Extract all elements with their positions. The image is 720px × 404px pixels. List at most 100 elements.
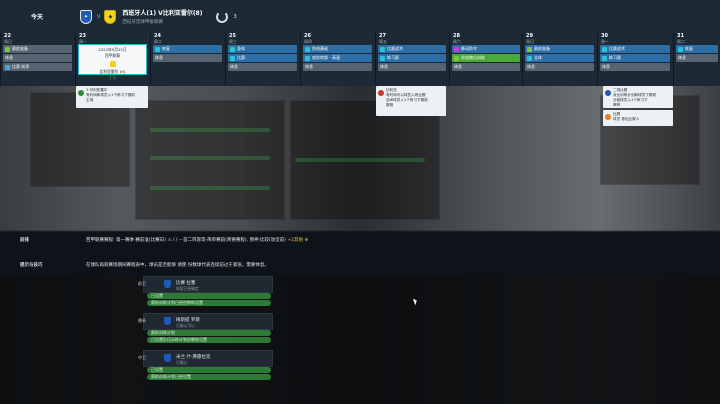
training-session[interactable]: 移动防守 — [452, 45, 520, 53]
training-session[interactable]: 休息 — [228, 63, 297, 71]
session-type-icon — [305, 55, 310, 61]
club-crest-icon — [164, 280, 171, 288]
training-session[interactable]: 比赛战术 — [600, 45, 670, 53]
fixtures-text-main: 西甲联赛赛程: 第一赛季·赛前准(比赛日) ⚠ / / ⋯首二阵容等·简单赛前(… — [86, 238, 286, 243]
days-count: 3 — [233, 13, 237, 20]
bg-ghost-bar — [295, 158, 425, 162]
calendar-day[interactable]: 28 周六 移动防守 进攻跑位训练 休息 — [449, 33, 522, 86]
day-weekday: 周二 — [154, 39, 162, 44]
calendar-day[interactable]: 31 周二恢复休息 — [673, 33, 720, 86]
session-type-icon — [380, 46, 385, 52]
session-type-icon — [454, 55, 459, 61]
calendar-day[interactable]: 29 周日 赛前准备全体休息 — [522, 33, 596, 86]
training-session[interactable]: 比赛 — [228, 54, 297, 62]
session-label: 休息 — [230, 64, 238, 69]
training-session[interactable]: 休息 — [600, 63, 670, 71]
today-label[interactable]: 今天 — [0, 12, 74, 21]
match-day-tile[interactable]: 2022年9月12日 西甲联赛 比利亚雷尔 (H) 主场 — [78, 44, 147, 80]
session-label: 休息 — [5, 55, 13, 60]
session-type-icon — [380, 55, 385, 61]
training-session[interactable]: 比赛 前季 — [3, 63, 72, 71]
day-weekday: 周四 — [304, 39, 312, 44]
schedule-note[interactable]: 二场比赛 对比训练计划和球员下赛前 分组球员入1个练习下 赛程 — [603, 86, 673, 108]
note-club-icon — [78, 90, 84, 96]
training-session[interactable]: 进攻跑位训练 — [452, 54, 520, 62]
training-session[interactable]: 练习赛 — [600, 54, 670, 62]
squad-list-item[interactable]: 替补 梅斯提 罗斯 已确认可以 — [138, 313, 273, 330]
note-text: 比利亚 有时间可以球员入练比赛 战术球员入1个练习下赛前 赛程 — [386, 88, 428, 107]
squad-list-item[interactable]: 前卫 比赛 拉塞 阵容已经确定 — [138, 276, 273, 293]
details-panel: 前排 西甲联赛赛程: 第一赛季·赛前准(比赛日) ⚠ / / ⋯首二阵容等·简单… — [0, 232, 720, 276]
training-session[interactable]: 全体 — [525, 54, 594, 62]
squad-item-sub: 阵容已经确定 — [176, 286, 199, 291]
calendar-day[interactable]: 26 周四 防线基础 攻防转换 - 高速 休息 — [300, 33, 374, 86]
training-session[interactable]: 休息 — [303, 63, 372, 71]
note-text: 二场比赛 对比训练计划和球员下赛前 分组球员入1个练习下 赛程 — [613, 88, 657, 106]
match-info[interactable]: 西班牙人(1) V比利亚雷尔(8) 西班牙足球甲级联赛 — [122, 8, 202, 25]
tips-label: 提示与技巧 — [20, 263, 43, 268]
calendar-day-header: 31 周二 — [674, 33, 720, 44]
session-type-icon — [230, 46, 235, 52]
schedule-note[interactable]: 比赛 球员 参加比赛人 — [603, 110, 673, 126]
training-session[interactable]: 练习赛 — [378, 54, 446, 62]
session-label: 休息 — [380, 64, 388, 69]
note-text: 1 可利亚雷尔 有时间和球员入1个练习下赛前 主场 — [86, 88, 136, 102]
session-type-icon — [602, 55, 607, 61]
day-weekday: 周日 — [4, 39, 12, 44]
status-bar: 已设置 — [147, 293, 271, 299]
schedule-note[interactable]: 1 可利亚雷尔 有时间和球员入1个练习下赛前 主场 — [76, 86, 148, 108]
training-session[interactable]: 休息 — [153, 54, 222, 62]
day-weekday: 周二 — [677, 39, 685, 44]
squad-list-item[interactable]: 中卫 米兰 什·弗雷拉克 已确认 — [138, 350, 273, 367]
session-label: 全体 — [534, 55, 542, 60]
session-label: 恢复 — [685, 46, 693, 51]
calendar-day[interactable]: 22 周日赛前准备休息比赛 前季 — [0, 33, 74, 86]
training-session[interactable]: 休息 — [378, 63, 446, 71]
day-weekday: 周六 — [453, 39, 461, 44]
status-bar: 赛前训练计划已经设置 — [147, 374, 271, 380]
fixtures-more-link[interactable]: +2其他 ⊕ — [287, 238, 308, 243]
session-type-icon — [678, 46, 683, 52]
status-bar: 赛前训练计划 — [147, 330, 271, 336]
calendar-day-header: 29 周日 — [523, 33, 596, 44]
training-session[interactable]: 休息 — [3, 54, 72, 62]
session-type-icon — [155, 46, 160, 52]
status-bar: 已设置队伍训练计划由教练设置 — [147, 337, 271, 343]
training-session[interactable]: 防线基础 — [303, 45, 372, 53]
training-session[interactable]: 比赛战术 — [378, 45, 446, 53]
session-label: 比赛 前季 — [12, 64, 30, 69]
calendar-day[interactable]: 24 周二 恢复 休息 — [150, 33, 224, 86]
calendar-day[interactable]: 30 周一 比赛战术 练习赛 休息 — [597, 33, 672, 86]
session-type-icon — [527, 46, 532, 52]
training-session[interactable]: 恢复 — [676, 45, 718, 53]
training-session[interactable]: 攻防转换 - 高速 — [303, 54, 372, 62]
training-session[interactable]: 休息 — [525, 63, 594, 71]
training-session[interactable]: 休息 — [452, 63, 520, 71]
training-session[interactable]: 休息 — [676, 54, 718, 62]
bg-panel — [600, 95, 700, 185]
training-session[interactable]: 身体 — [228, 45, 297, 53]
vs-label: V — [97, 13, 101, 20]
bg-panel — [135, 100, 285, 220]
session-label: 赛前准备 — [12, 46, 28, 51]
session-type-icon — [5, 46, 10, 52]
session-type-icon — [602, 46, 607, 52]
session-type-icon — [305, 46, 310, 52]
tips-text: 在球队再就赛场期间赛程表中，球员是否能够 请使 份数球代表连续前过于紧张，需要休… — [86, 263, 269, 268]
calendar-day[interactable]: 27 周五 比赛战术 练习赛 休息 — [375, 33, 448, 86]
training-session[interactable]: 恢复 — [153, 45, 222, 53]
schedule-note[interactable]: 比利亚 有时间可以球员入练比赛 战术球员入1个练习下赛前 赛程 — [376, 86, 446, 116]
session-label: 休息 — [678, 55, 686, 60]
training-session[interactable]: 赛前准备 — [525, 45, 594, 53]
calendar-day[interactable]: 25 周三 身体 比赛 休息 — [225, 33, 299, 86]
session-type-icon — [5, 64, 10, 70]
session-label: 练习赛 — [609, 55, 621, 60]
squad-item-tag: 中卫 — [138, 355, 146, 360]
status-bar: 赛前训练计划已经由教练设置 — [147, 300, 271, 306]
calendar-day[interactable]: 23 周一 2022年9月12日 西甲联赛 比利亚雷尔 (H) 主场 — [75, 33, 149, 86]
calendar-day-header: 22 周日 — [1, 33, 74, 44]
training-session[interactable]: 赛前准备 — [3, 45, 72, 53]
day-weekday: 周日 — [526, 39, 534, 44]
session-label: 身体 — [237, 46, 245, 51]
match-header: 今天 ✦ V ◆ 西班牙人(1) V比利亚雷尔(8) 西班牙足球甲级联赛 3 — [0, 0, 720, 33]
